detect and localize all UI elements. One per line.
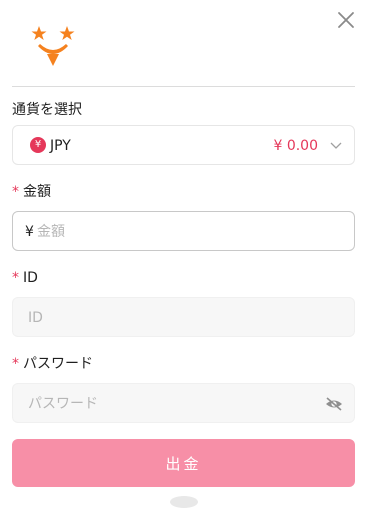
- brand-logo: [31, 26, 75, 66]
- close-icon[interactable]: [335, 9, 357, 31]
- currency-select[interactable]: ¥ JPY ¥ 0.00: [12, 125, 355, 165]
- chevron-down-icon: [330, 142, 342, 149]
- id-label-text: ID: [23, 270, 38, 286]
- password-label-text: パスワード: [23, 356, 93, 372]
- id-input[interactable]: [28, 308, 338, 328]
- withdraw-button[interactable]: 出金: [12, 439, 355, 487]
- amount-label: * 金額: [12, 183, 51, 201]
- header-divider: [12, 86, 355, 87]
- eye-off-icon[interactable]: [325, 396, 343, 412]
- currency-code: JPY: [50, 138, 71, 154]
- yen-prefix: ¥: [25, 224, 34, 240]
- id-field[interactable]: [12, 297, 355, 337]
- yen-coin-icon: ¥: [30, 137, 46, 153]
- amount-field[interactable]: ¥: [12, 211, 355, 251]
- currency-label: 通貨を選択: [12, 102, 82, 118]
- amount-input[interactable]: [37, 222, 337, 242]
- amount-label-text: 金額: [23, 184, 51, 200]
- currency-balance: ¥ 0.00: [273, 138, 318, 154]
- password-field[interactable]: [12, 383, 355, 423]
- password-label: * パスワード: [12, 355, 93, 373]
- required-mark: *: [12, 356, 19, 372]
- id-label: * ID: [12, 269, 38, 287]
- smile-icon: [38, 44, 68, 66]
- star-icon: [31, 26, 47, 40]
- required-mark: *: [12, 184, 19, 200]
- required-mark: *: [12, 270, 19, 286]
- star-icon: [59, 26, 75, 40]
- bottom-handle: [170, 496, 198, 508]
- password-input[interactable]: [28, 394, 308, 414]
